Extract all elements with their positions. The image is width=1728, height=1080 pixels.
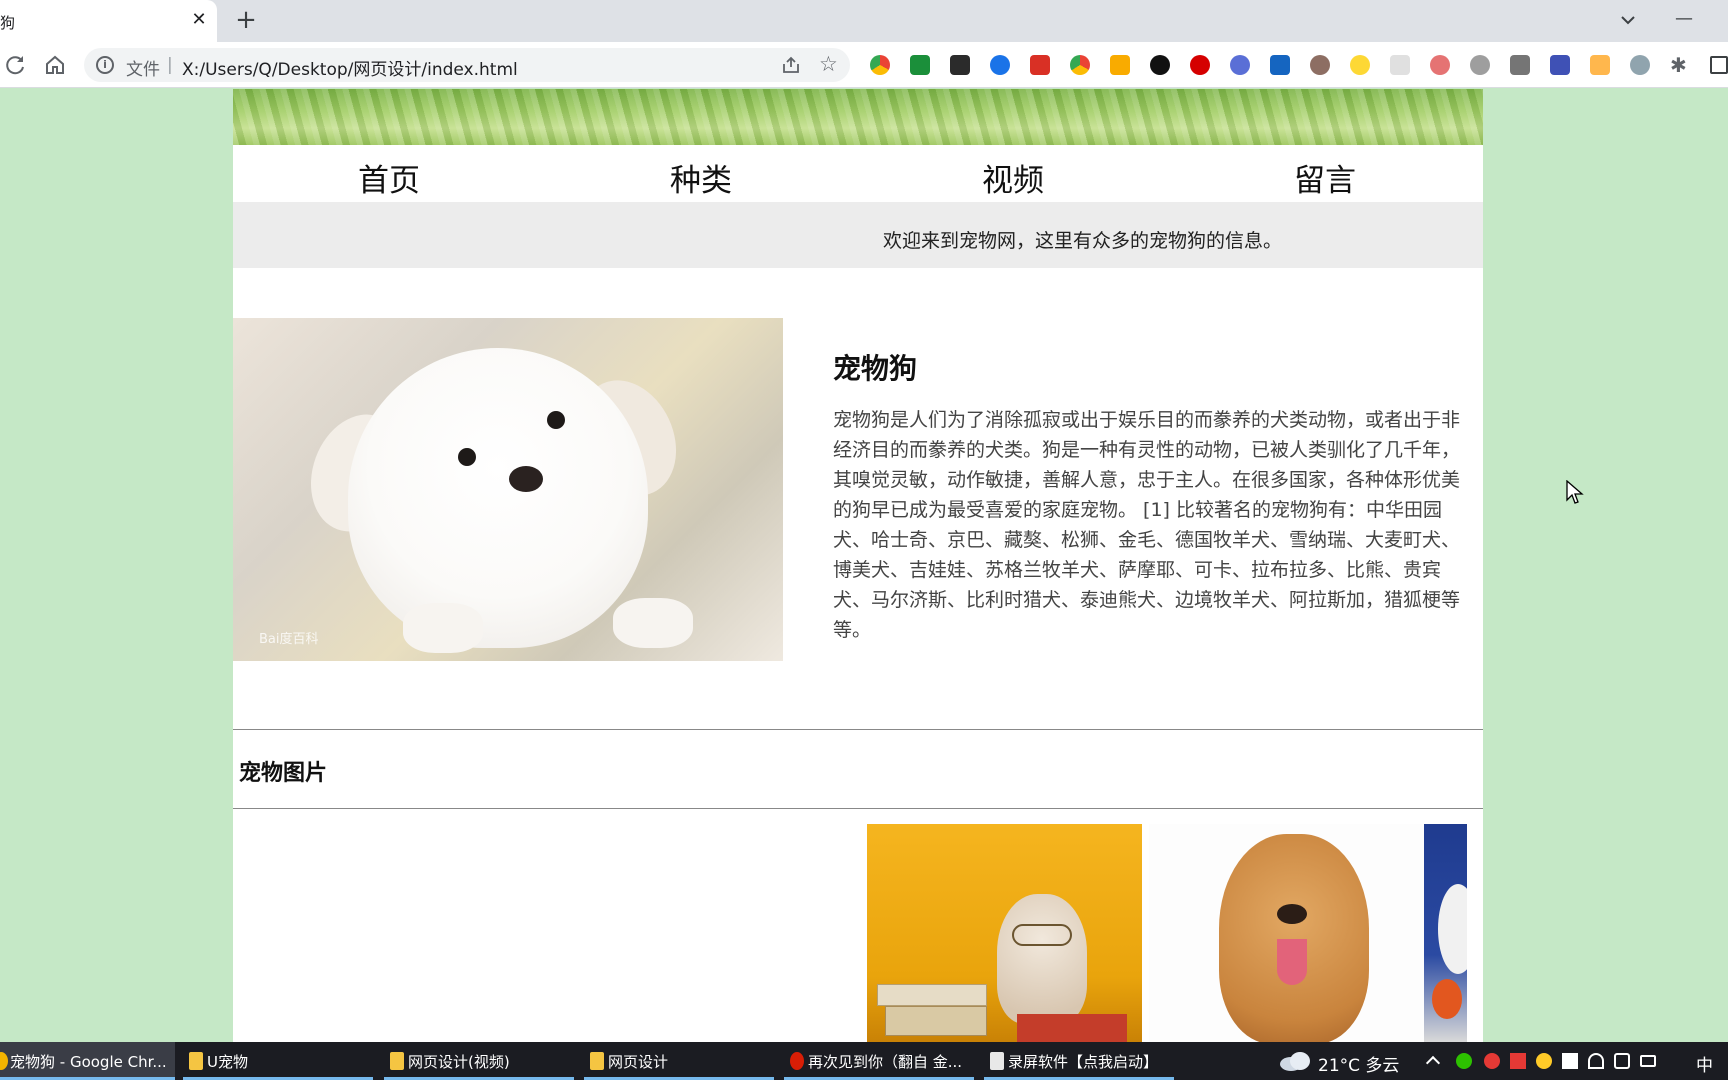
blank-extension-icon[interactable] [1390, 55, 1410, 75]
browser-toolbar: i 文件 | X:/Users/Q/Desktop/网页设计/index.htm… [0, 42, 1728, 88]
shield-extension-icon[interactable] [910, 55, 930, 75]
camera-extension-icon[interactable] [1510, 55, 1530, 75]
new-tab-button[interactable]: + [234, 7, 258, 33]
battery-icon[interactable] [1640, 1055, 1656, 1067]
folder-icon [590, 1052, 604, 1070]
white-puppy-image: Bai度百科 [233, 318, 783, 661]
wifi-icon[interactable] [1588, 1053, 1604, 1069]
speaker-muted-icon[interactable] [1510, 1053, 1526, 1069]
cloud-weather-icon [1280, 1052, 1310, 1071]
tab-close-icon[interactable]: ✕ [188, 9, 210, 31]
tab-search-icon[interactable] [1616, 10, 1640, 30]
address-bar[interactable]: i 文件 | X:/Users/Q/Desktop/网页设计/index.htm… [84, 48, 850, 82]
recorder-icon [990, 1052, 1004, 1070]
netease-music-icon [790, 1052, 804, 1070]
welcome-text: 欢迎来到宠物网，这里有众多的宠物狗的信息。 [883, 230, 1283, 252]
taskbar-item-recorder[interactable]: 录屏软件【点我启动】 [984, 1042, 1174, 1080]
ime-indicator[interactable]: 中 [1696, 1051, 1713, 1076]
folder-icon [189, 1052, 203, 1070]
g-extension-icon[interactable] [1230, 55, 1250, 75]
folder-icon [390, 1052, 404, 1070]
weather-text[interactable]: 21°C 多云 [1318, 1051, 1399, 1076]
gallery-title: 宠物图片 [239, 761, 328, 786]
taskbar-item-webdesign-video[interactable]: 网页设计(视频) [384, 1042, 574, 1080]
reload-icon[interactable] [4, 53, 28, 77]
volume-icon[interactable] [1614, 1053, 1630, 1069]
grass-banner [233, 89, 1483, 145]
tab-title: 宠物狗 [0, 14, 16, 32]
window-minimize-button[interactable]: — [1672, 8, 1696, 32]
taskbar-item-webdesign[interactable]: 网页设计 [584, 1042, 774, 1080]
taskbar-item-chrome[interactable]: 宠物狗 - Google Chr... [0, 1042, 175, 1080]
record-icon[interactable] [1484, 1053, 1500, 1069]
jh-extension-icon[interactable] [1550, 55, 1570, 75]
cloud-extension-icon[interactable] [1470, 55, 1490, 75]
partial-puppy-image [1424, 824, 1467, 1042]
adblock-extension-icon[interactable] [1190, 55, 1210, 75]
download-extension-icon[interactable] [1110, 55, 1130, 75]
main-nav: 首页 种类 视频 留言 [233, 145, 1483, 202]
nav-message-link[interactable]: 留言 [1169, 155, 1481, 200]
address-separator: | [167, 55, 173, 75]
fe-extension-icon[interactable] [1030, 55, 1050, 75]
wechat-icon[interactable] [1456, 1053, 1472, 1069]
mouse-cursor-icon [1566, 480, 1584, 504]
chrome-extension-icon[interactable] [870, 55, 890, 75]
taskbar-item-music[interactable]: 再次见到你（翻自 金... [784, 1042, 974, 1080]
address-scheme-label: 文件 [126, 60, 160, 80]
system-tray: 21°C 多云 中 [1270, 1042, 1728, 1080]
address-url[interactable]: X:/Users/Q/Desktop/网页设计/index.html [182, 55, 518, 80]
section-description: 宠物狗是人们为了消除孤寂或出于娱乐目的而豢养的犬类动物，或者出于非经济目的而豢养… [833, 409, 1461, 641]
share-icon[interactable] [781, 55, 801, 75]
network-extension-icon[interactable] [1430, 55, 1450, 75]
openai-extension-icon[interactable] [1150, 55, 1170, 75]
y-extension-icon[interactable] [1270, 55, 1290, 75]
extensions-puzzle-icon[interactable]: ✱ [1670, 53, 1687, 77]
windows-taskbar: 宠物狗 - Google Chr... U宠物 网页设计(视频) 网页设计 再次… [0, 1042, 1728, 1080]
side-panel-icon[interactable] [1710, 56, 1728, 74]
golden-retriever-image [1149, 824, 1424, 1042]
nav-video-link[interactable]: 视频 [857, 155, 1169, 200]
orange-extension-icon[interactable] [1590, 55, 1610, 75]
nav-types-link[interactable]: 种类 [545, 155, 857, 200]
page-container: 首页 种类 视频 留言 欢迎来到宠物网，这里有众多的宠物狗的信息。 Bai度百科… [233, 89, 1483, 1042]
chrome-alt-extension-icon[interactable] [1070, 55, 1090, 75]
bar-app-icon[interactable] [1562, 1053, 1578, 1069]
divider-bottom [233, 808, 1483, 809]
browser-tab[interactable]: 宠物狗 ✕ [0, 0, 217, 42]
image-watermark: Bai度百科 [259, 632, 319, 647]
bulldog-image [867, 824, 1142, 1042]
yellow-extension-icon[interactable] [1350, 55, 1370, 75]
qq-icon[interactable] [1536, 1053, 1552, 1069]
divider-top [233, 729, 1483, 730]
search-extension-icon[interactable] [990, 55, 1010, 75]
bookmark-star-icon[interactable]: ☆ [819, 52, 838, 76]
welcome-bar: 欢迎来到宠物网，这里有众多的宠物狗的信息。 [233, 202, 1483, 268]
tray-chevron-icon[interactable] [1425, 1055, 1441, 1071]
site-info-icon[interactable]: i [96, 56, 114, 74]
settings-extension-icon[interactable] [1630, 55, 1650, 75]
nav-home-link[interactable]: 首页 [233, 155, 545, 200]
home-icon[interactable] [43, 53, 67, 77]
section-title: 宠物狗 [833, 352, 918, 385]
taskbar-item-upet[interactable]: U宠物 [183, 1042, 373, 1080]
browser-tab-strip: 宠物狗 ✕ + — [0, 0, 1728, 42]
chrome-icon [0, 1052, 8, 1070]
owl-extension-icon[interactable] [1310, 55, 1330, 75]
dark-extension-icon[interactable] [950, 55, 970, 75]
